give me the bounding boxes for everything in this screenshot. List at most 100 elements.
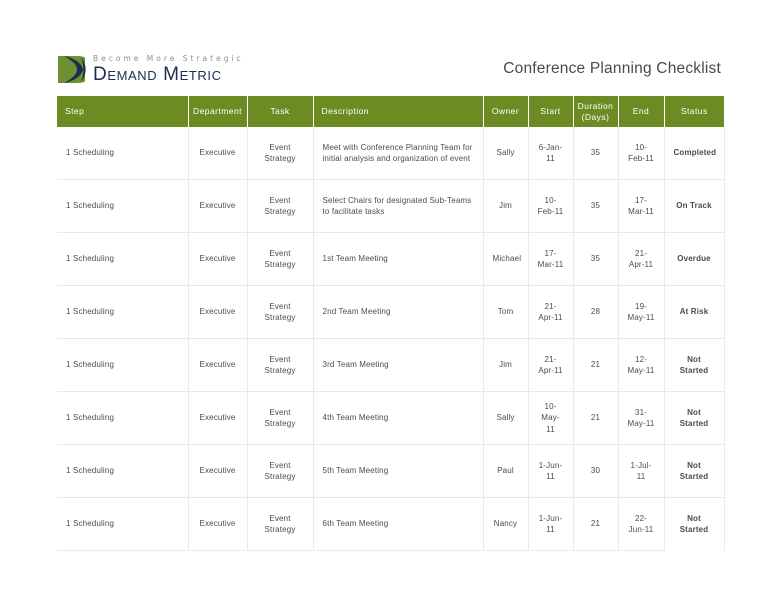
cell-duration: 30 <box>573 445 618 498</box>
conference-planning-checklist-table: Step Department Task Description Owner S… <box>57 96 725 551</box>
table-row: 1 SchedulingExecutiveEvent Strategy3rd T… <box>57 339 724 392</box>
cell-step: 1 Scheduling <box>57 339 188 392</box>
cell-end: 10-Feb-11 <box>618 127 664 180</box>
cell-start: 17-Mar-11 <box>528 233 573 286</box>
cell-department: Executive <box>188 233 247 286</box>
cell-description: 2nd Team Meeting <box>313 286 483 339</box>
demand-metric-swoosh-logo <box>57 55 86 84</box>
table-row: 1 SchedulingExecutiveEvent Strategy1st T… <box>57 233 724 286</box>
column-header-step[interactable]: Step <box>57 96 188 127</box>
cell-owner: Tom <box>483 286 528 339</box>
status-badge[interactable]: At Risk <box>664 286 724 339</box>
brand-logo: Become More Strategic Demand Metric <box>57 53 244 85</box>
cell-department: Executive <box>188 392 247 445</box>
column-header-task[interactable]: Task <box>247 96 313 127</box>
cell-owner: Sally <box>483 127 528 180</box>
table-row: 1 SchedulingExecutiveEvent Strategy2nd T… <box>57 286 724 339</box>
cell-task: Event Strategy <box>247 286 313 339</box>
document-page: Become More Strategic Demand Metric Conf… <box>0 0 768 594</box>
brand-name: Demand Metric <box>93 64 244 85</box>
cell-owner: Nancy <box>483 498 528 551</box>
cell-end: 12-May-11 <box>618 339 664 392</box>
cell-start: 1-Jun-11 <box>528 445 573 498</box>
cell-description: 3rd Team Meeting <box>313 339 483 392</box>
column-header-start[interactable]: Start <box>528 96 573 127</box>
cell-task: Event Strategy <box>247 445 313 498</box>
page-title: Conference Planning Checklist <box>503 60 721 78</box>
status-badge[interactable]: Not Started <box>664 392 724 445</box>
cell-end: 22-Jun-11 <box>618 498 664 551</box>
cell-task: Event Strategy <box>247 127 313 180</box>
status-badge[interactable]: Not Started <box>664 339 724 392</box>
cell-step: 1 Scheduling <box>57 233 188 286</box>
table-row: 1 SchedulingExecutiveEvent Strategy6th T… <box>57 498 724 551</box>
cell-department: Executive <box>188 180 247 233</box>
cell-task: Event Strategy <box>247 180 313 233</box>
column-header-description[interactable]: Description <box>313 96 483 127</box>
cell-duration: 21 <box>573 392 618 445</box>
cell-department: Executive <box>188 339 247 392</box>
cell-owner: Jim <box>483 180 528 233</box>
cell-owner: Sally <box>483 392 528 445</box>
column-header-owner[interactable]: Owner <box>483 96 528 127</box>
table-row: 1 SchedulingExecutiveEvent Strategy4th T… <box>57 392 724 445</box>
cell-description: 6th Team Meeting <box>313 498 483 551</box>
cell-duration: 35 <box>573 233 618 286</box>
cell-description: 4th Team Meeting <box>313 392 483 445</box>
table-header: Step Department Task Description Owner S… <box>57 96 724 127</box>
cell-start: 6-Jan-11 <box>528 127 573 180</box>
cell-step: 1 Scheduling <box>57 286 188 339</box>
column-header-duration-line1: Duration <box>578 101 614 111</box>
column-header-department[interactable]: Department <box>188 96 247 127</box>
table-row: 1 SchedulingExecutiveEvent StrategySelec… <box>57 180 724 233</box>
cell-description: Select Chairs for designated Sub-Teams t… <box>313 180 483 233</box>
status-badge[interactable]: Overdue <box>664 233 724 286</box>
cell-step: 1 Scheduling <box>57 180 188 233</box>
cell-end: 17-Mar-11 <box>618 180 664 233</box>
cell-owner: Michael <box>483 233 528 286</box>
cell-duration: 21 <box>573 498 618 551</box>
column-header-duration-line2: (Days) <box>582 112 610 122</box>
cell-owner: Paul <box>483 445 528 498</box>
cell-duration: 21 <box>573 339 618 392</box>
table-row: 1 SchedulingExecutiveEvent Strategy5th T… <box>57 445 724 498</box>
cell-end: 19-May-11 <box>618 286 664 339</box>
cell-step: 1 Scheduling <box>57 498 188 551</box>
brand-text: Become More Strategic Demand Metric <box>93 53 244 85</box>
status-badge[interactable]: Not Started <box>664 445 724 498</box>
column-header-end[interactable]: End <box>618 96 664 127</box>
table-row: 1 SchedulingExecutiveEvent StrategyMeet … <box>57 127 724 180</box>
cell-department: Executive <box>188 445 247 498</box>
column-header-status[interactable]: Status <box>664 96 724 127</box>
brand-tagline: Become More Strategic <box>93 53 244 64</box>
cell-task: Event Strategy <box>247 392 313 445</box>
status-badge[interactable]: Completed <box>664 127 724 180</box>
column-header-duration[interactable]: Duration (Days) <box>573 96 618 127</box>
cell-duration: 28 <box>573 286 618 339</box>
cell-department: Executive <box>188 286 247 339</box>
status-badge[interactable]: Not Started <box>664 498 724 551</box>
cell-department: Executive <box>188 498 247 551</box>
cell-start: 10-May-11 <box>528 392 573 445</box>
cell-description: 1st Team Meeting <box>313 233 483 286</box>
cell-task: Event Strategy <box>247 233 313 286</box>
cell-description: Meet with Conference Planning Team for i… <box>313 127 483 180</box>
cell-step: 1 Scheduling <box>57 392 188 445</box>
cell-department: Executive <box>188 127 247 180</box>
cell-step: 1 Scheduling <box>57 127 188 180</box>
cell-duration: 35 <box>573 127 618 180</box>
table-body: 1 SchedulingExecutiveEvent StrategyMeet … <box>57 127 724 551</box>
cell-task: Event Strategy <box>247 498 313 551</box>
status-badge[interactable]: On Track <box>664 180 724 233</box>
cell-end: 1-Jul-11 <box>618 445 664 498</box>
cell-start: 21-Apr-11 <box>528 339 573 392</box>
cell-start: 21-Apr-11 <box>528 286 573 339</box>
cell-description: 5th Team Meeting <box>313 445 483 498</box>
cell-end: 21-Apr-11 <box>618 233 664 286</box>
table-header-row: Step Department Task Description Owner S… <box>57 96 724 127</box>
cell-step: 1 Scheduling <box>57 445 188 498</box>
cell-start: 1-Jun-11 <box>528 498 573 551</box>
checklist-table-container: Step Department Task Description Owner S… <box>57 96 724 551</box>
document-header: Become More Strategic Demand Metric Conf… <box>0 48 768 90</box>
cell-start: 10-Feb-11 <box>528 180 573 233</box>
